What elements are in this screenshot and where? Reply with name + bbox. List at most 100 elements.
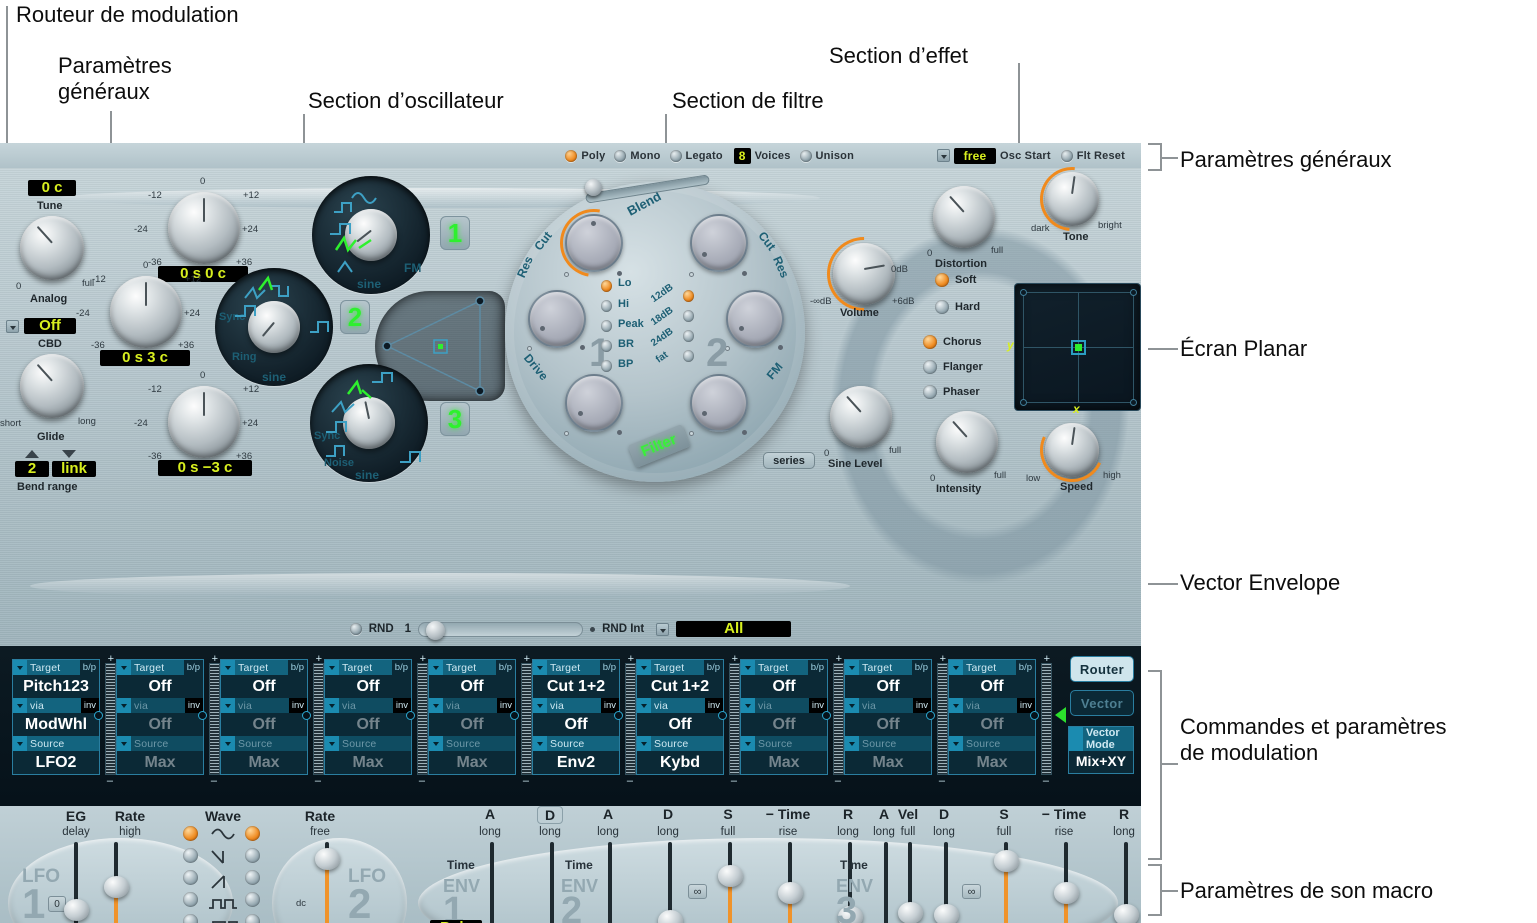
router-target-value[interactable]: Cut 1+2 <box>533 675 619 698</box>
phaser-led[interactable] <box>923 385 937 399</box>
flanger-led[interactable] <box>923 360 937 374</box>
envelope-infinity-button[interactable]: ∞ <box>962 884 981 899</box>
router-source-chevron-down-icon[interactable] <box>429 736 443 751</box>
distortion-hard-led[interactable] <box>935 300 949 314</box>
router-via-value[interactable]: Off <box>117 713 203 736</box>
bend-down-arrow-icon[interactable] <box>62 450 76 458</box>
router-target-chevron-down-icon[interactable] <box>533 660 547 675</box>
envelope-slider-handle[interactable] <box>718 864 743 887</box>
router-amount-slider[interactable] <box>729 663 740 775</box>
lfo1-eg-handle[interactable] <box>64 899 89 921</box>
router-target-chevron-down-icon[interactable] <box>845 660 859 675</box>
filter-blend-handle[interactable] <box>585 179 602 196</box>
router-target-chevron-down-icon[interactable] <box>637 660 651 675</box>
router-source-chevron-down-icon[interactable] <box>221 736 235 751</box>
envelope-slider-track[interactable] <box>550 842 554 923</box>
router-via-value[interactable]: Off <box>325 713 411 736</box>
planar-corner-tr[interactable] <box>1130 289 1137 296</box>
envelope-slider-track[interactable] <box>608 842 612 923</box>
router-target-value[interactable]: Off <box>845 675 931 698</box>
filter-mode-br-led[interactable] <box>601 340 612 352</box>
router-target-chevron-down-icon[interactable] <box>429 660 443 675</box>
router-tab-button[interactable]: Router <box>1070 656 1134 682</box>
cbd-value[interactable]: Off <box>24 318 76 334</box>
planar-display[interactable]: y x <box>1007 283 1141 416</box>
filter-mode-hi-led[interactable] <box>601 300 612 312</box>
router-source-value[interactable]: Max <box>845 751 931 774</box>
router-source-value[interactable]: Max <box>117 751 203 774</box>
sine-level-knob[interactable] <box>830 386 892 448</box>
router-bp-toggle[interactable]: b/p <box>495 660 515 675</box>
router-amount-pointer[interactable] <box>1055 707 1066 723</box>
rnd-slider-handle[interactable] <box>426 620 446 640</box>
router-via-chevron-down-icon[interactable] <box>845 698 859 713</box>
filter-slope-12db-led[interactable] <box>683 290 694 302</box>
lfo2-wave-led-square-pwm[interactable] <box>245 892 260 907</box>
lfo2-wave-led-triangle[interactable] <box>245 826 260 841</box>
router-target-chevron-down-icon[interactable] <box>949 660 963 675</box>
lfo2-rate-handle[interactable] <box>315 848 340 870</box>
filter-series-button[interactable]: series <box>763 452 815 469</box>
router-bp-toggle[interactable]: b/p <box>287 660 307 675</box>
router-amount-slider[interactable] <box>313 663 324 775</box>
router-target-chevron-down-icon[interactable] <box>13 660 27 675</box>
router-target-chevron-down-icon[interactable] <box>221 660 235 675</box>
router-via-chevron-down-icon[interactable] <box>533 698 547 713</box>
lfo2-wave-led-square-stepped[interactable] <box>245 914 260 923</box>
unison-led[interactable] <box>799 149 812 162</box>
router-target-value[interactable]: Off <box>949 675 1035 698</box>
rnd-scope-chevron-down-icon[interactable] <box>656 622 670 636</box>
flt-reset-led[interactable] <box>1060 149 1073 162</box>
filter-mode-lo-led[interactable] <box>601 280 612 292</box>
lfo1-wave-led-square-stepped[interactable] <box>183 914 198 923</box>
filter2-fm-knob[interactable] <box>690 374 748 432</box>
distortion-soft-led[interactable] <box>935 273 949 287</box>
router-via-value[interactable]: Off <box>637 713 723 736</box>
router-amount-slider[interactable] <box>105 663 116 775</box>
router-source-value[interactable]: Max <box>221 751 307 774</box>
osc2-number[interactable]: 2 <box>340 300 370 334</box>
distortion-knob[interactable] <box>933 186 995 248</box>
router-via-value[interactable]: Off <box>533 713 619 736</box>
lfo1-wave-led-square-pwm[interactable] <box>183 892 198 907</box>
rnd-slider[interactable] <box>418 620 584 640</box>
router-via-chevron-down-icon[interactable] <box>117 698 131 713</box>
router-via-chevron-down-icon[interactable] <box>325 698 339 713</box>
router-via-chevron-down-icon[interactable] <box>949 698 963 713</box>
router-source-chevron-down-icon[interactable] <box>325 736 339 751</box>
router-source-value[interactable]: Max <box>949 751 1035 774</box>
osc2-tune-knob[interactable] <box>110 276 182 348</box>
envelope-slider-handle[interactable] <box>1054 881 1079 904</box>
osc1-number[interactable]: 1 <box>440 216 470 250</box>
filter-mode-bp-led[interactable] <box>601 360 612 372</box>
router-bp-toggle[interactable]: b/p <box>79 660 99 675</box>
planar-corner-tl[interactable] <box>1020 289 1027 296</box>
router-bp-toggle[interactable]: b/p <box>183 660 203 675</box>
legato-led[interactable] <box>669 149 682 162</box>
router-via-value[interactable]: Off <box>429 713 515 736</box>
router-target-chevron-down-icon[interactable] <box>741 660 755 675</box>
vector-tab-button[interactable]: Vector <box>1070 690 1134 716</box>
vector-mode-chevron-down-icon[interactable] <box>1069 727 1083 751</box>
router-source-value[interactable]: Env2 <box>533 751 619 774</box>
router-source-value[interactable]: Max <box>429 751 515 774</box>
router-via-value[interactable]: Off <box>845 713 931 736</box>
envelope-infinity-button[interactable]: ∞ <box>688 884 707 899</box>
envelope-slider-handle[interactable] <box>778 881 803 904</box>
router-source-chevron-down-icon[interactable] <box>845 736 859 751</box>
lfo2-wave-led-saw-down[interactable] <box>245 848 260 863</box>
router-source-chevron-down-icon[interactable] <box>533 736 547 751</box>
envelope-slider-track[interactable] <box>884 842 888 923</box>
router-source-value[interactable]: Kybd <box>637 751 723 774</box>
lfo1-wave-led-saw-down[interactable] <box>183 848 198 863</box>
router-source-chevron-down-icon[interactable] <box>13 736 27 751</box>
router-bp-toggle[interactable]: b/p <box>911 660 931 675</box>
osc2-tune-value[interactable]: 0 s 3 c <box>100 350 190 366</box>
osc3-tune-knob[interactable] <box>168 386 240 458</box>
osc-start-value[interactable]: free <box>954 147 997 164</box>
router-target-chevron-down-icon[interactable] <box>325 660 339 675</box>
filter-mode-peak-led[interactable] <box>601 320 612 332</box>
analog-knob[interactable] <box>20 216 84 280</box>
osc3-number[interactable]: 3 <box>440 402 470 436</box>
router-source-chevron-down-icon[interactable] <box>117 736 131 751</box>
